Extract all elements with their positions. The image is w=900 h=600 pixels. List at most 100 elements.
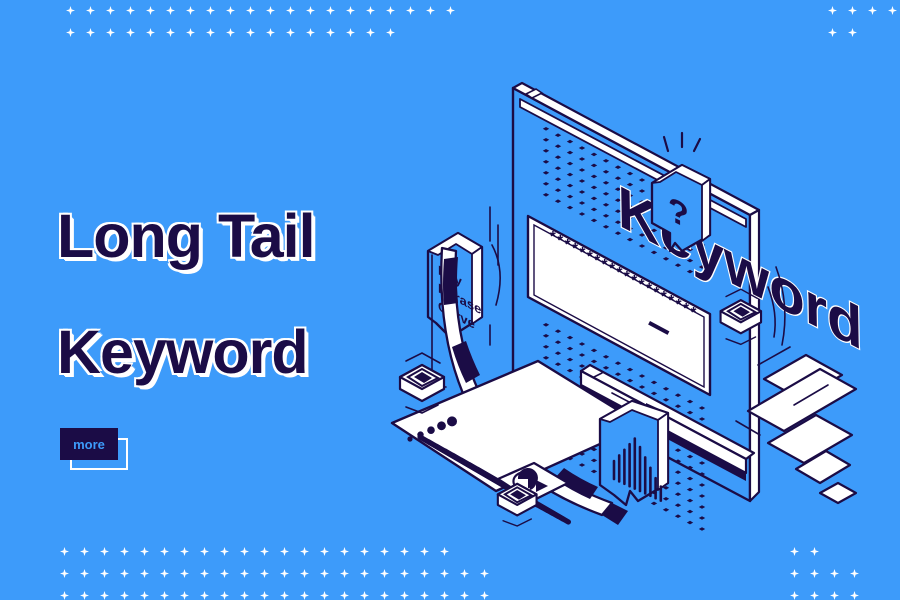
search-asterisk: * [580,244,586,261]
decor-dot [60,569,69,578]
decor-dot [446,6,455,15]
isometric-illustration: Keyword * * * * * * * * * * * * * * * * * * * * [350,55,900,545]
decor-dot [286,6,295,15]
halftone-dot [674,514,682,518]
halftone-dot [698,527,706,531]
decor-dot [790,569,799,578]
cta-group: more [60,428,130,480]
decor-dot [180,547,189,556]
decor-dot [446,28,455,37]
doc-bullet [437,421,446,431]
decor-dot [830,591,839,600]
decor-dot [146,6,155,15]
decor-dot [266,28,275,37]
decor-dot [160,547,169,556]
decor-dot [346,28,355,37]
decor-dot [440,591,449,600]
halftone-dot [686,476,694,481]
search-asterisk: * [550,228,556,245]
halftone-dot [662,508,670,512]
search-asterisk: * [691,304,697,321]
decor-dot [180,569,189,578]
decor-dot [848,6,857,15]
decor-dot [200,569,209,578]
decor-dot [260,591,269,600]
decor-dot [360,591,369,600]
decor-dot [380,591,389,600]
halftone-dot [590,458,598,463]
search-asterisk: * [631,272,637,289]
decor-dot [86,6,95,15]
decor-dot [240,569,249,578]
decor-dot [106,6,115,15]
halftone-dot [578,463,586,467]
decor-dot [280,569,289,578]
halftone-dot [674,481,682,485]
decor-dot [320,569,329,578]
search-asterisk: * [624,268,630,285]
decor-dot [850,591,859,600]
decor-dot [386,28,395,37]
decor-dot [380,547,389,556]
search-asterisk: * [668,292,674,309]
decor-dot [326,28,335,37]
decor-dot [146,28,155,37]
decor-dot [266,6,275,15]
chart-bubble-icon [598,399,670,507]
more-button[interactable]: more [60,428,118,460]
decor-dot [810,569,819,578]
decor-dot [246,6,255,15]
decor-dot [260,569,269,578]
decor-dot [888,28,897,37]
halftone-dot [674,470,682,474]
decor-dot [80,569,89,578]
cube-icon [496,482,538,527]
decor-dot [480,569,489,578]
decor-dot [126,28,135,37]
decor-dot [400,569,409,578]
decor-dot [200,547,209,556]
decor-dot [850,569,859,578]
doc-bullet [407,436,413,442]
halftone-dot [686,520,694,525]
decor-dot [400,547,409,556]
decor-dot [66,28,75,37]
decor-dot [790,547,799,556]
halftone-dot [686,487,694,492]
halftone-dot [674,492,682,496]
decor-dot [100,547,109,556]
decor-dot [186,28,195,37]
search-asterisk: * [609,260,615,277]
search-asterisk: * [646,280,652,297]
decor-dot [140,547,149,556]
decor-dot [346,6,355,15]
decor-dot [226,28,235,37]
decor-dot [400,591,409,600]
decor-dot [206,28,215,37]
decor-dot [60,547,69,556]
decor-dot [868,28,877,37]
decor-dot [480,591,489,600]
decor-dot [66,6,75,15]
decor-dot [180,591,189,600]
decor-dot [300,591,309,600]
decor-dot [888,6,897,15]
decor-dot [300,569,309,578]
search-asterisk: * [565,236,571,253]
halftone-dot [686,498,694,503]
decor-dot [206,6,215,15]
decor-dot [460,591,469,600]
decor-dot [246,28,255,37]
decor-dot [100,591,109,600]
decor-dot [200,591,209,600]
halftone-dot [590,469,598,474]
decor-dot [440,547,449,556]
decor-dot [380,569,389,578]
search-asterisk: * [572,240,578,257]
search-asterisk: * [676,296,682,313]
decor-dot [220,591,229,600]
search-asterisk: * [639,276,645,293]
decor-dot [830,569,839,578]
decor-dot [80,591,89,600]
doc-bullet [447,416,457,427]
